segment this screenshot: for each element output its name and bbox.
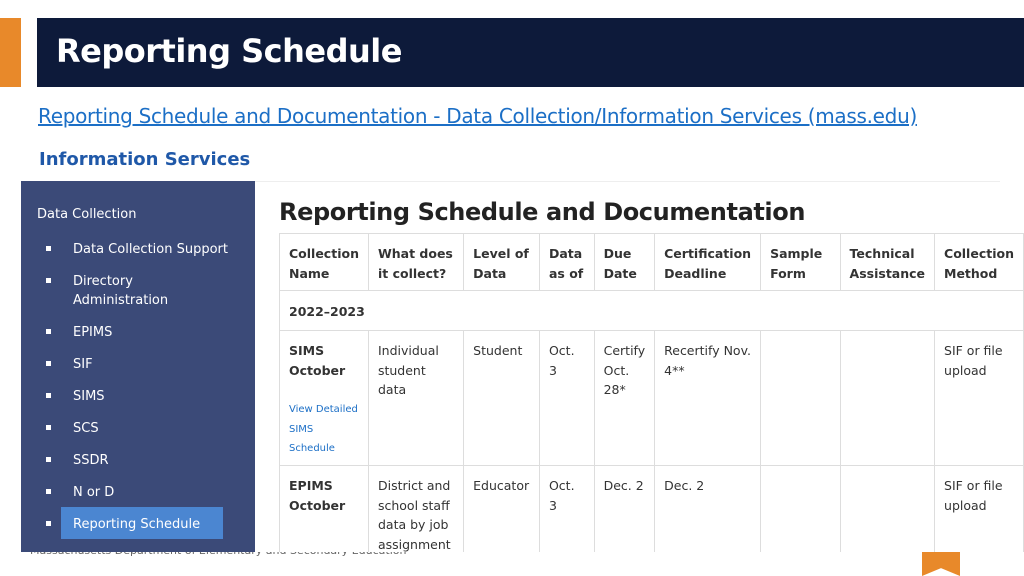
column-header: Due Date (593, 233, 656, 291)
table-cell: Dec. 2 (654, 465, 762, 552)
collection-name-cell: SIMS October View Detailed SIMS Schedule (279, 330, 369, 466)
column-header: What does it collect? (367, 233, 465, 291)
table-cell: SIF or file upload (934, 465, 1024, 552)
year-label: 2022–2023 (279, 290, 1024, 331)
table-cell (839, 465, 936, 552)
bullet-icon (46, 278, 51, 283)
table-cell (760, 465, 841, 552)
bullet-icon (46, 457, 51, 462)
table-cell: SIF or file upload (934, 330, 1024, 466)
bullet-icon (46, 521, 51, 526)
collection-name: EPIMS October (289, 478, 346, 513)
collection-name-cell: EPIMS October (279, 465, 369, 552)
bullet-icon (46, 329, 51, 334)
column-header: Data as of (538, 233, 595, 291)
information-services-heading: Information Services (39, 149, 251, 170)
page-title: Reporting Schedule (56, 32, 402, 70)
sidebar-title[interactable]: Data Collection (37, 207, 136, 222)
sidebar-item-label: SIF (73, 357, 93, 372)
column-header: Collection Method (934, 233, 1024, 291)
column-header: Technical Assistance (839, 233, 936, 291)
table-cell: District and school staff data by job as… (367, 465, 465, 552)
bullet-icon (46, 246, 51, 251)
sidebar-item-label: Reporting Schedule (73, 517, 201, 532)
table-cell: Dec. 2 (593, 465, 656, 552)
sidebar-item-label: EPIMS (73, 325, 113, 340)
table-cell (839, 330, 936, 466)
column-header: Sample Form (760, 233, 841, 291)
column-header: Certification Deadline (654, 233, 762, 291)
sidebar-item-label: SSDR (73, 453, 109, 468)
sidebar-item-label: Directory Administration (73, 274, 169, 308)
bullet-icon (46, 393, 51, 398)
column-header: Level of Data (463, 233, 540, 291)
bullet-icon (46, 425, 51, 430)
reporting-schedule-link[interactable]: Reporting Schedule and Documentation - D… (38, 104, 917, 128)
bullet-icon (46, 489, 51, 494)
view-detailed-sims-schedule-link[interactable]: View Detailed SIMS Schedule (289, 400, 359, 459)
sidebar: Data Collection Data Collection Support … (21, 181, 255, 552)
table-row: EPIMS October District and school staff … (279, 465, 1024, 552)
content-title: Reporting Schedule and Documentation (279, 198, 806, 226)
title-bar: Reporting Schedule (37, 18, 1024, 87)
table-cell: Student (463, 330, 540, 466)
table-cell: Certify Oct. 28* (593, 330, 656, 466)
table-cell: Recertify Nov. 4** (654, 330, 762, 466)
table-cell: Educator (463, 465, 540, 552)
table-cell: Oct. 3 (538, 465, 595, 552)
content-panel: Reporting Schedule and Documentation Col… (255, 182, 1024, 552)
year-row: 2022–2023 (279, 290, 1024, 331)
table-cell: Individual student data (367, 330, 465, 466)
schedule-table: Collection Name What does it collect? Le… (279, 233, 1024, 552)
column-header: Collection Name (279, 233, 369, 291)
sidebar-item-label: SCS (73, 421, 99, 436)
sidebar-item-label: Data Collection Support (73, 242, 228, 257)
sidebar-item-label: N or D (73, 485, 115, 500)
sidebar-item-label: SIMS (73, 389, 105, 404)
collection-name: SIMS October (289, 343, 346, 378)
accent-bar (0, 18, 21, 87)
table-cell: Oct. 3 (538, 330, 595, 466)
page-number-badge: 6 (922, 548, 960, 576)
table-cell (760, 330, 841, 466)
bullet-icon (46, 361, 51, 366)
table-row: SIMS October View Detailed SIMS Schedule … (279, 330, 1024, 466)
